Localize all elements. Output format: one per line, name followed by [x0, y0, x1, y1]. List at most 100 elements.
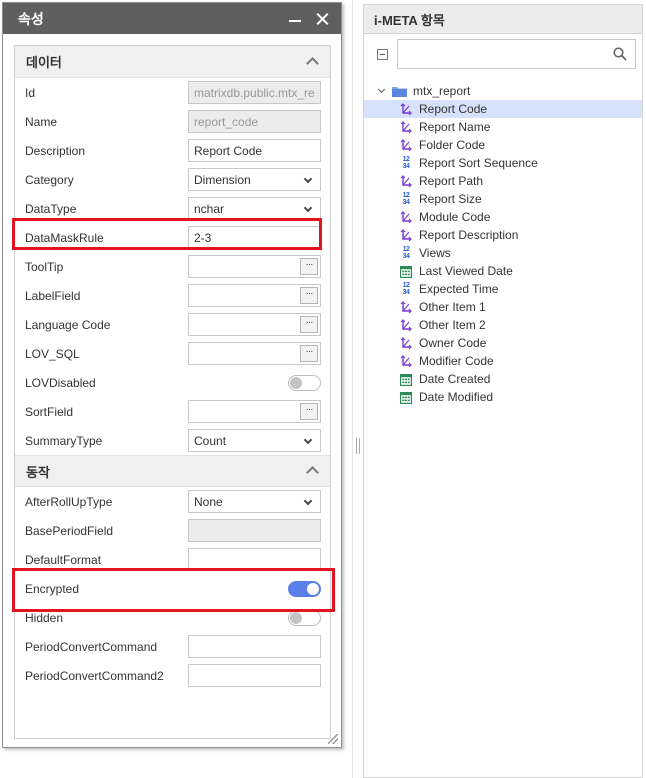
tree-item-label: Report Name	[419, 120, 491, 134]
meta-search-input[interactable]	[398, 40, 598, 68]
tree-item-label: Report Sort Sequence	[419, 156, 538, 170]
numeric-glyph-bottom: 34	[402, 253, 410, 260]
label-languagecode: Language Code	[25, 317, 111, 332]
tree-item-label: Expected Time	[419, 282, 499, 296]
tree-item[interactable]: Other Item 2	[364, 316, 642, 334]
meta-toolbar	[364, 34, 642, 74]
tree-item[interactable]: Report Name	[364, 118, 642, 136]
meta-search-box[interactable]	[397, 39, 636, 69]
numeric-glyph-bottom: 34	[402, 163, 410, 170]
label-encrypted: Encrypted	[25, 581, 80, 596]
tree-item[interactable]: Modifier Code	[364, 352, 642, 370]
summarytype-value: Count	[194, 433, 227, 448]
tree-item[interactable]: Other Item 1	[364, 298, 642, 316]
lovdisabled-toggle[interactable]	[288, 374, 321, 391]
row-periodconvertcommand2: PeriodConvertCommand2	[15, 661, 330, 690]
tree-root-label: mtx_report	[413, 84, 471, 98]
periodconvertcommand2-field[interactable]	[188, 664, 321, 687]
tree-item[interactable]: Report Description	[364, 226, 642, 244]
tree-item[interactable]: 12 34 Views	[364, 244, 642, 262]
datamaskrule-field[interactable]: 2-3	[188, 226, 321, 249]
tree-item[interactable]: Date Modified	[364, 388, 642, 406]
row-baseperiodfield: BasePeriodField	[15, 516, 330, 545]
tree-item-label: Report Code	[419, 102, 488, 116]
label-periodconvertcommand: PeriodConvertCommand	[25, 639, 158, 654]
numeric-glyph-top: 12	[402, 156, 410, 163]
ellipsis-button[interactable]: ···	[300, 287, 318, 304]
properties-window: 속성 데이터 Id matrixdb.public.mtx_re Name re…	[2, 2, 342, 748]
properties-grid: 데이터 Id matrixdb.public.mtx_re Name repor…	[14, 45, 331, 739]
lovsql-field[interactable]: ···	[188, 342, 321, 365]
afterrolluptype-value: None	[194, 494, 223, 509]
row-sortfield: SortField ···	[15, 397, 330, 426]
toggle-knob	[307, 582, 319, 595]
category-select[interactable]: Dimension	[188, 168, 321, 191]
row-id: Id matrixdb.public.mtx_re	[15, 78, 330, 107]
search-icon[interactable]	[613, 47, 627, 61]
label-id: Id	[25, 85, 36, 100]
afterrolluptype-select[interactable]: None	[188, 490, 321, 513]
ellipsis-button[interactable]: ···	[300, 316, 318, 333]
resize-grip-icon[interactable]	[328, 734, 338, 744]
chevron-up-icon[interactable]	[306, 468, 318, 480]
ellipsis-button[interactable]: ···	[300, 403, 318, 420]
tree-item-label: Module Code	[419, 210, 491, 224]
section-action-title: 동작	[26, 464, 50, 480]
datatype-select[interactable]: nchar	[188, 197, 321, 220]
tree-item[interactable]: 12 34 Expected Time	[364, 280, 642, 298]
dimension-icon	[400, 354, 412, 368]
meta-tree: mtx_report Report Code Report Name Folder …	[364, 74, 642, 406]
close-icon[interactable]	[313, 9, 333, 29]
minimize-icon[interactable]	[285, 9, 305, 29]
tree-item[interactable]: Owner Code	[364, 334, 642, 352]
tree-item[interactable]: Report Path	[364, 172, 642, 190]
meta-panel-header: i-META 항목	[364, 5, 642, 34]
dimension-icon	[400, 210, 412, 224]
tree-item[interactable]: Folder Code	[364, 136, 642, 154]
chevron-up-icon[interactable]	[306, 59, 318, 71]
encrypted-toggle[interactable]	[288, 580, 321, 597]
tree-root-node[interactable]: mtx_report	[364, 82, 642, 100]
numeric-glyph-bottom: 34	[402, 199, 410, 206]
tree-item[interactable]: Module Code	[364, 208, 642, 226]
ellipsis-button[interactable]: ···	[300, 345, 318, 362]
labelfield-field[interactable]: ···	[188, 284, 321, 307]
tree-item[interactable]: 12 34 Report Size	[364, 190, 642, 208]
chevron-down-icon[interactable]	[377, 85, 386, 94]
numeric-icon: 12 34	[400, 282, 412, 296]
tree-item[interactable]: 12 34 Report Sort Sequence	[364, 154, 642, 172]
splitter-handle[interactable]	[356, 438, 360, 454]
periodconvertcommand-field[interactable]	[188, 635, 321, 658]
label-description: Description	[25, 143, 86, 158]
dimension-icon	[400, 318, 412, 332]
ellipsis-button[interactable]: ···	[300, 258, 318, 275]
tree-item-label: Owner Code	[419, 336, 487, 350]
dimension-icon	[400, 138, 412, 152]
description-field[interactable]: Report Code	[188, 139, 321, 162]
sortfield-field[interactable]: ···	[188, 400, 321, 423]
defaultformat-field[interactable]	[188, 548, 321, 571]
section-action-header[interactable]: 동작	[15, 455, 330, 487]
label-lovdisabled: LOVDisabled	[25, 375, 96, 390]
tooltip-field[interactable]: ···	[188, 255, 321, 278]
row-encrypted: Encrypted	[15, 574, 330, 603]
collapse-all-icon[interactable]	[377, 48, 388, 60]
tree-item[interactable]: Date Created	[364, 370, 642, 388]
languagecode-field[interactable]: ···	[188, 313, 321, 336]
tree-item[interactable]: Report Code	[364, 100, 642, 118]
label-periodconvertcommand2: PeriodConvertCommand2	[25, 668, 164, 683]
label-labelfield: LabelField	[25, 288, 81, 303]
chevron-down-icon	[303, 174, 313, 184]
tree-item[interactable]: Last Viewed Date	[364, 262, 642, 280]
section-data-header[interactable]: 데이터	[15, 46, 330, 78]
row-labelfield: LabelField ···	[15, 281, 330, 310]
id-field: matrixdb.public.mtx_re	[188, 81, 321, 104]
summarytype-select[interactable]: Count	[188, 429, 321, 452]
properties-titlebar[interactable]: 속성	[3, 3, 341, 34]
row-lovdisabled: LOVDisabled	[15, 368, 330, 397]
toggle-knob	[290, 376, 302, 389]
numeric-icon: 12 34	[400, 192, 412, 206]
chevron-down-icon	[303, 496, 313, 506]
hidden-toggle[interactable]	[288, 609, 321, 626]
row-lovsql: LOV_SQL ···	[15, 339, 330, 368]
